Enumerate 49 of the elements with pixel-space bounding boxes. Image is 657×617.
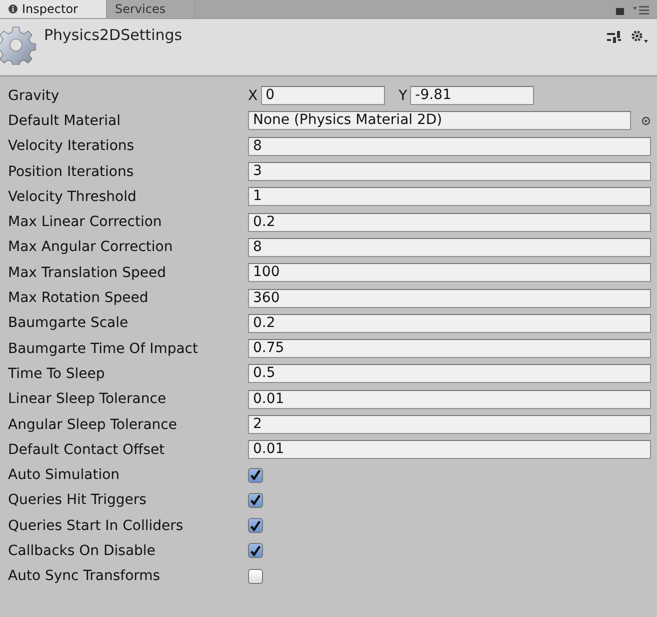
info-icon [8,4,18,14]
property-label: Auto Simulation [8,467,121,484]
property-label: Position Iterations [8,164,135,180]
input-field[interactable]: 1 [248,187,651,206]
input-field[interactable]: 0.01 [248,440,651,460]
property-label: Gravity [8,88,60,104]
axis-label: X [248,88,259,104]
property-label: Angular Sleep Tolerance [8,416,178,432]
checkbox[interactable] [248,468,263,483]
component-title: Physics2DSettings [44,25,184,44]
input-field[interactable]: 100 [248,263,651,282]
property-label: Max Translation Speed [8,264,168,281]
input-field[interactable]: 0.2 [248,314,651,333]
checkbox[interactable] [248,568,263,584]
input-field[interactable]: 0.01 [248,390,651,409]
object-field[interactable]: None (Physics Material 2D) [248,111,631,130]
settings-icon[interactable] [631,30,649,44]
property-label: Linear Sleep Tolerance [8,391,168,408]
input-field[interactable]: -9.81 [410,86,534,106]
property-label: Velocity Threshold [8,188,138,205]
property-label: Max Rotation Speed [8,290,150,306]
property-label: Time To Sleep [8,366,106,382]
property-label: Queries Hit Triggers [8,492,148,508]
picker-icon[interactable] [641,116,651,126]
checkbox[interactable] [248,492,263,508]
property-label: Default Material [8,112,122,129]
property-label: Velocity Iterations [8,138,136,154]
property-label: Queries Start In Colliders [8,518,184,534]
checkbox[interactable] [248,518,263,534]
input-field[interactable]: 0 [260,86,385,106]
input-field[interactable]: 0.5 [248,364,651,384]
property-label: Auto Sync Transforms [8,568,162,584]
input-field[interactable]: 0.75 [248,339,651,358]
menu-icon[interactable] [633,5,649,15]
property-label: Max Linear Correction [8,214,163,230]
property-label: Default Contact Offset [8,442,166,458]
property-label: Max Angular Correction [8,239,174,256]
input-field[interactable]: 360 [248,288,651,308]
checkbox[interactable] [248,543,263,558]
axis-label: Y [398,88,408,104]
property-label: Baumgarte Time Of Impact [8,340,199,357]
property-label: Baumgarte Scale [8,315,130,332]
input-field[interactable]: 3 [248,162,651,182]
tab[interactable]: Inspector [0,0,107,18]
input-field[interactable]: 8 [248,136,651,156]
input-field[interactable]: 2 [248,415,651,434]
input-field[interactable]: 8 [248,238,651,257]
property-label: Callbacks On Disable [8,542,156,559]
input-field[interactable]: 0.2 [248,212,651,232]
